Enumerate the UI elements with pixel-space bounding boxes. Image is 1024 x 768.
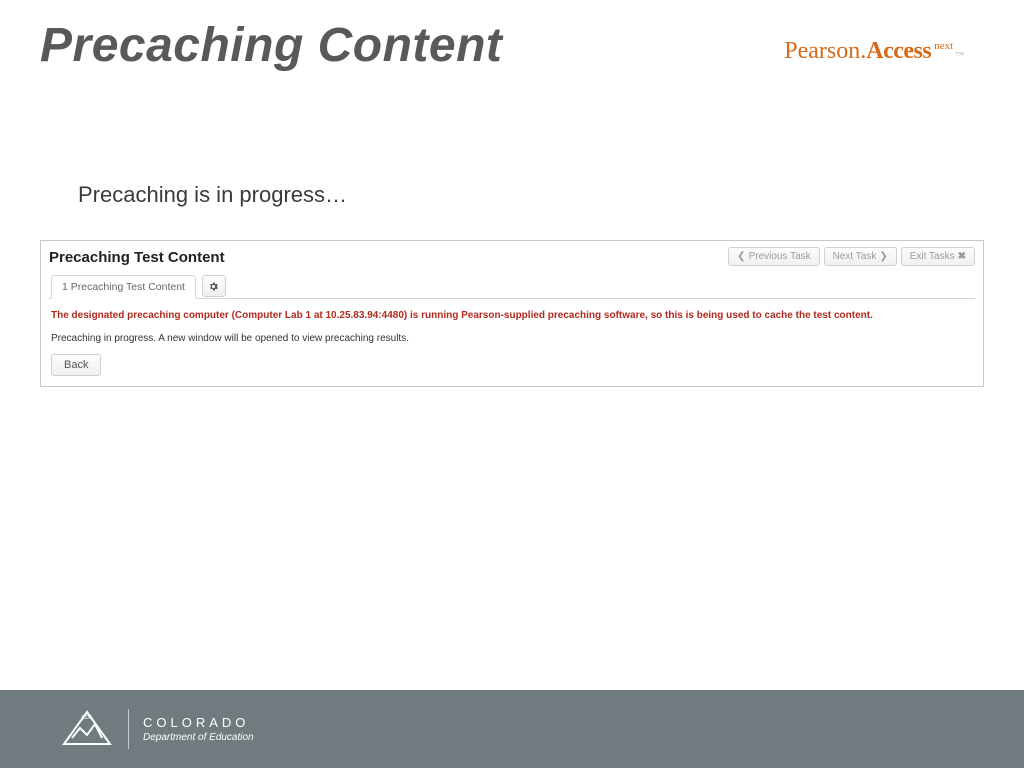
page-title: Precaching Content [40,18,502,73]
logo-word-1: Pearson. [784,38,866,64]
footer-org-text: COLORADO Department of Education [143,715,254,743]
tab-bar: 1 Precaching Test Content [49,274,975,299]
close-icon: ✖ [958,251,966,262]
exit-tasks-button[interactable]: Exit Tasks ✖ [901,247,975,266]
footer-org-dept: Department of Education [143,732,254,743]
panel-heading: Precaching Test Content [49,249,225,266]
footer-org-name: COLORADO [143,715,254,730]
previous-task-button[interactable]: ❮ Previous Task [728,247,819,266]
previous-task-label: Previous Task [749,251,811,262]
task-nav-buttons: ❮ Previous Task Next Task ❯ Exit Tasks ✖ [728,247,975,266]
precaching-designated-message: The designated precaching computer (Comp… [51,309,973,323]
pearson-access-logo: Pearson.Accessnext™ [784,38,964,65]
svg-text:CDE: CDE [82,715,93,721]
mountain-badge-icon: CDE [60,708,114,750]
tab-settings-button[interactable] [202,275,226,297]
logo-tm: ™ [955,50,964,60]
next-task-button[interactable]: Next Task ❯ [824,247,897,266]
footer-divider [128,709,129,749]
subtitle: Precaching is in progress… [78,182,347,208]
footer-bar: CDE COLORADO Department of Education [0,690,1024,768]
logo-word-2: Access [866,38,931,64]
next-task-label: Next Task [833,251,877,262]
back-button[interactable]: Back [51,354,101,376]
precaching-progress-message: Precaching in progress. A new window wil… [51,333,973,344]
panel-header-row: Precaching Test Content ❮ Previous Task … [49,247,975,272]
chevron-right-icon: ❯ [879,252,887,262]
cde-logo: CDE [60,708,114,750]
logo-next: next [934,40,953,52]
precaching-panel: Precaching Test Content ❮ Previous Task … [40,240,984,387]
exit-tasks-label: Exit Tasks [910,251,955,262]
tab-precaching-test-content[interactable]: 1 Precaching Test Content [51,275,196,299]
gear-icon [208,281,219,292]
chevron-left-icon: ❮ [737,252,745,262]
slide: Precaching Content Pearson.Accessnext™ P… [0,0,1024,768]
footer-inner: CDE COLORADO Department of Education [0,690,1024,768]
